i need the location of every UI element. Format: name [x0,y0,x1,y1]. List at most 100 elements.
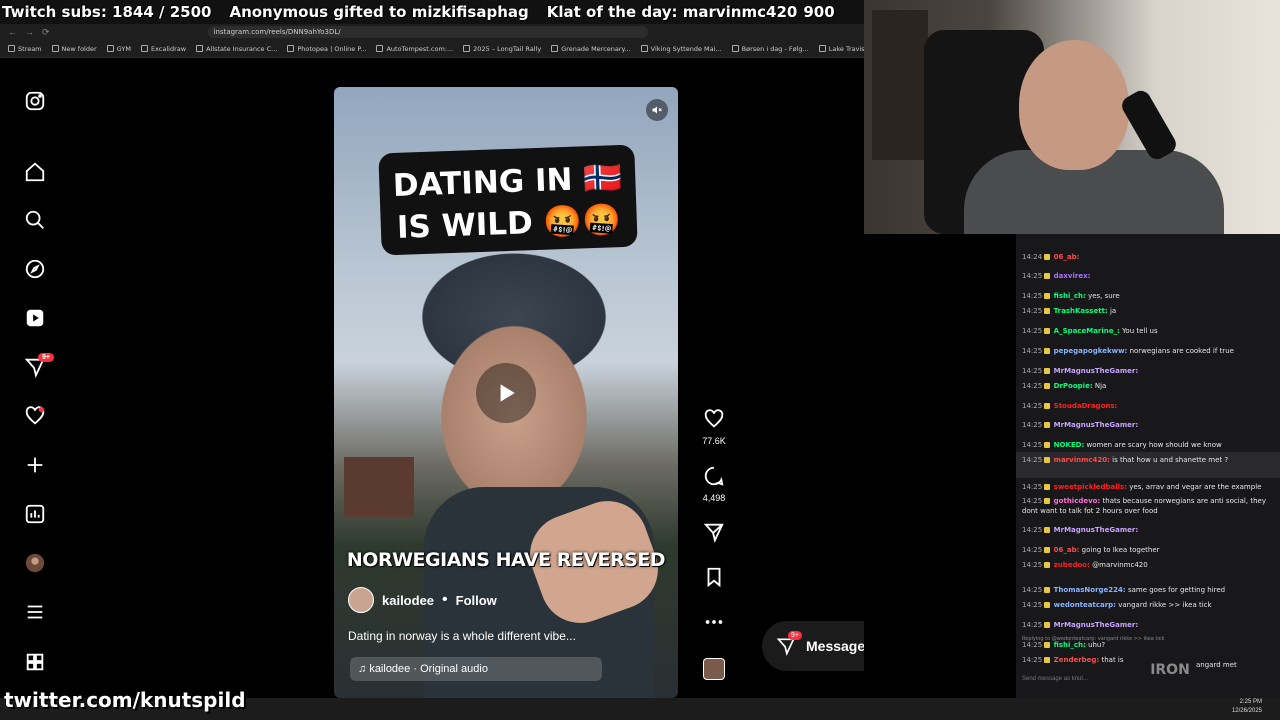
chat-badge-icon [1044,422,1051,428]
also-from-meta-icon[interactable] [23,650,47,674]
chat-message: 14:25 zubedoo: @marvinmc420 [1022,560,1274,570]
chat-username[interactable]: ThomasNorge224: [1054,586,1126,594]
chat-message: 14:25 DrPoopie: Nja [1022,381,1274,391]
bookmark-icon [707,567,721,588]
like-button[interactable]: 77.6K [690,408,738,446]
chat-username[interactable]: A_SpaceMarine_: [1054,327,1120,335]
home-icon[interactable] [23,160,47,184]
notification-badge: 9+ [38,353,54,362]
save-button[interactable] [690,566,738,593]
back-icon[interactable]: ← [8,27,17,37]
bookmark-item[interactable]: AutoTempest.com:... [376,45,453,53]
chat-timestamp: 14:24 [1022,253,1043,261]
chat-username[interactable]: TrashKassett: [1054,307,1108,315]
chat-message: 14:25 fishi_ch: yes, sure [1022,291,1274,301]
more-options-button[interactable] [690,611,738,638]
bookmark-item[interactable]: New folder [51,45,97,53]
bookmark-item[interactable]: GYM [106,45,131,53]
search-icon[interactable] [23,208,47,232]
chat-username[interactable]: gothicdevo: [1054,497,1101,505]
reel-caption[interactable]: Dating in norway is a whole different vi… [348,629,576,643]
reel-video[interactable]: DATING IN 🇳🇴 IS WILD 🤬🤬 NORWEGIANS HAVE … [334,87,678,698]
chat-username[interactable]: MrMagnusTheGamer: [1054,621,1139,629]
mute-button[interactable] [646,99,668,121]
chat-timestamp: 14:25 [1022,307,1043,315]
chat-message: 14:25 ThomasNorge224: same goes for gett… [1022,585,1274,595]
chat-username[interactable]: MrMagnusTheGamer: [1054,367,1139,375]
instagram-page: 9+ DATING IN 🇳🇴 IS WILD 🤬🤬 NORWEGIANS HA… [0,58,980,698]
forward-icon[interactable]: → [25,27,34,37]
comment-button[interactable]: 4,498 [690,465,738,503]
create-plus-icon[interactable] [23,453,47,477]
bookmark-item[interactable]: Excalidraw [140,45,186,53]
speaker-muted-icon [652,106,662,114]
bookmark-item[interactable]: Stream [8,45,42,53]
bookmark-item[interactable]: Allstate Insurance C... [196,45,277,53]
chat-username[interactable]: sweetpickledballs: [1054,483,1127,491]
chat-tail-text: angard met [1196,661,1237,669]
follow-button[interactable]: Follow [456,593,497,608]
chat-message: 14:25 MrMagnusTheGamer: [1022,620,1274,630]
bookmark-icon [463,45,471,52]
bookmark-item[interactable]: Viking Syttende Mai... [640,45,722,53]
bookmark-icon [8,45,15,52]
chat-username[interactable]: MrMagnusTheGamer: [1054,421,1139,429]
audio-link[interactable]: ♫ kailodee · Original audio [350,657,602,681]
play-button[interactable] [476,363,536,423]
chat-username[interactable]: zubedoo: [1054,561,1090,569]
chat-message: 14:25 daxvirex: [1022,271,1274,281]
chat-username[interactable]: Zenderbeg: [1054,656,1100,664]
instagram-logo-icon[interactable] [23,89,47,113]
chat-badge-icon [1044,273,1051,279]
chat-text: vangard rikke >> ikea tick [1118,601,1212,609]
chat-username[interactable]: NOKED: [1054,441,1085,449]
audio-thumbnail[interactable] [703,658,725,680]
chat-message: 14:25 marvinmc420: is that how u and sha… [1022,455,1274,465]
comment-count: 4,498 [702,493,726,503]
more-menu-icon[interactable] [23,600,47,624]
chat-badge-icon [1044,498,1051,504]
chat-badge-icon [1044,602,1051,608]
chat-badge-icon [1044,547,1051,553]
notifications-heart-icon[interactable] [23,404,47,428]
author-avatar[interactable] [348,587,374,613]
share-button[interactable] [690,521,738,548]
bookmark-icon [196,45,204,52]
profile-avatar-icon[interactable] [23,551,47,575]
taskbar-clock[interactable]: 2:25 PM 12/26/2025 [1232,698,1262,716]
explore-icon[interactable] [23,257,47,281]
chat-badge-icon [1044,457,1051,463]
bookmark-item[interactable]: Børsen i dag - Følg... [731,45,809,53]
messages-label: Messages [806,638,873,654]
author-name[interactable]: kailodee [382,593,434,608]
chat-username[interactable]: fishi_ch: [1054,292,1086,300]
chat-timestamp: 14:25 [1022,292,1043,300]
dashboard-icon[interactable] [23,502,47,526]
chat-message: 14:25 gothicdevo: thats because norwegia… [1022,496,1274,516]
chat-text: @marvinmc420 [1092,561,1148,569]
reload-icon[interactable]: ⟳ [42,27,50,38]
chat-username[interactable]: MrMagnusTheGamer: [1054,526,1139,534]
bookmark-icon [376,45,384,52]
chat-username[interactable]: marvinmc420: [1054,456,1110,464]
chat-username[interactable]: 06_ab: [1054,546,1080,554]
chat-username[interactable]: DrPoopie: [1054,382,1093,390]
chat-username[interactable]: 06_ab: [1054,253,1080,261]
bookmark-item[interactable]: 2025 – LongTail Rally [463,45,541,53]
bookmark-icon [818,45,826,52]
chat-timestamp: 14:25 [1022,483,1043,491]
chat-text: women are scary how should we know [1086,441,1222,449]
bookmark-label: AutoTempest.com:... [386,44,454,53]
url-field[interactable]: instagram.com/reels/DNN9ahYo3DL/ [207,26,648,38]
reels-icon[interactable] [23,306,47,330]
chat-username[interactable]: wedonteatcarp: [1054,601,1116,609]
chat-username[interactable]: pepegapogkekww: [1054,347,1128,355]
bookmark-item[interactable]: Photopea | Online P... [287,45,366,53]
bookmark-item[interactable]: Grenade Mercenary... [551,45,631,53]
twitter-handle: twitter.com/knutspild [4,688,246,712]
chat-username[interactable]: StoudaDragons: [1054,402,1118,410]
bookmark-item[interactable]: Lake Travis Pontoon... [818,45,864,53]
reply-note: Replying to @wedonteatcarp: vangard rikk… [1022,636,1165,642]
chat-username[interactable]: daxvirex: [1054,272,1091,280]
chat-message: 14:25 pepegapogkekww: norwegians are coo… [1022,346,1274,356]
